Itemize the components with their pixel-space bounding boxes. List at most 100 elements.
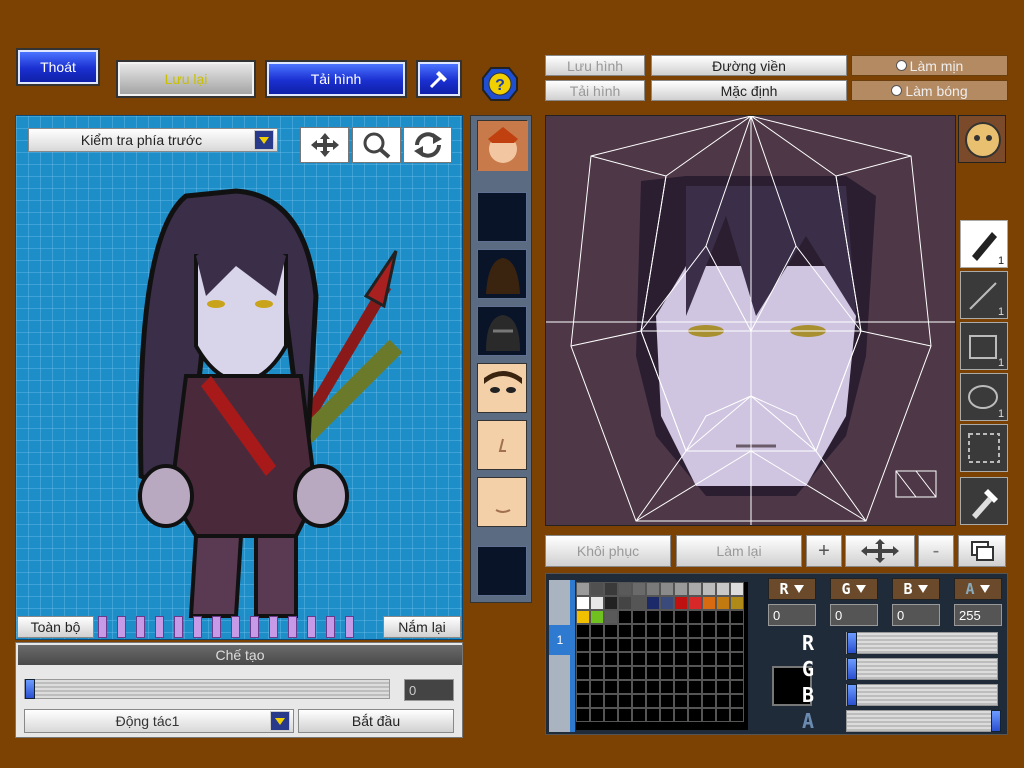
palette-color-cell[interactable]	[674, 708, 688, 722]
palette-color-cell[interactable]	[618, 582, 632, 596]
palette-color-cell[interactable]	[674, 624, 688, 638]
channel-header-a[interactable]: A	[954, 578, 1002, 600]
palette-color-cell[interactable]	[576, 582, 590, 596]
restore-button[interactable]: Khôi phục	[545, 535, 671, 567]
grab-button[interactable]: Nắm lại	[383, 616, 461, 638]
palette-color-cell[interactable]	[604, 610, 618, 624]
palette-color-cell[interactable]	[730, 666, 744, 680]
part-slot-mouth[interactable]	[477, 477, 527, 527]
palette-color-cell[interactable]	[632, 708, 646, 722]
palette-color-cell[interactable]	[702, 708, 716, 722]
slider-b[interactable]	[846, 684, 998, 706]
palette-color-cell[interactable]	[618, 624, 632, 638]
palette-color-cell[interactable]	[674, 638, 688, 652]
palette-color-cell[interactable]	[716, 708, 730, 722]
palette-color-cell[interactable]	[590, 652, 604, 666]
palette-color-cell[interactable]	[660, 708, 674, 722]
palette-color-cell[interactable]	[590, 680, 604, 694]
palette-color-cell[interactable]	[702, 652, 716, 666]
palette-color-cell[interactable]	[688, 666, 702, 680]
palette-color-cell[interactable]	[576, 666, 590, 680]
outline-tab[interactable]: Đường viền	[651, 55, 847, 76]
frame-marker[interactable]	[288, 616, 297, 638]
palette-color-cell[interactable]	[702, 638, 716, 652]
rect-tool[interactable]: 1	[960, 322, 1008, 370]
palette-color-cell[interactable]	[730, 596, 744, 610]
palette-color-cell[interactable]	[660, 596, 674, 610]
palette-color-cell[interactable]	[716, 652, 730, 666]
default-tab[interactable]: Mặc định	[651, 80, 847, 101]
palette-color-cell[interactable]	[576, 624, 590, 638]
palette-color-cell[interactable]	[590, 596, 604, 610]
palette-color-cell[interactable]	[688, 708, 702, 722]
palette-color-cell[interactable]	[674, 680, 688, 694]
slider-knob[interactable]	[847, 632, 857, 654]
palette-color-cell[interactable]	[576, 652, 590, 666]
channel-value-a[interactable]: 255	[954, 604, 1002, 626]
exit-button[interactable]: Thoát	[16, 48, 100, 86]
part-slot-nose[interactable]	[477, 420, 527, 470]
palette-color-cell[interactable]	[730, 708, 744, 722]
palette-color-cell[interactable]	[730, 680, 744, 694]
channel-header-g[interactable]: G	[830, 578, 878, 600]
palette-color-cell[interactable]	[618, 652, 632, 666]
part-slot-empty[interactable]	[477, 546, 527, 596]
palette-color-cell[interactable]	[688, 652, 702, 666]
palette-color-cell[interactable]	[730, 610, 744, 624]
palette-color-cell[interactable]	[604, 582, 618, 596]
palette-color-cell[interactable]	[702, 582, 716, 596]
palette-color-cell[interactable]	[632, 596, 646, 610]
palette-color-cell[interactable]	[632, 694, 646, 708]
palette-color-cell[interactable]	[688, 680, 702, 694]
part-slot-portrait[interactable]	[477, 120, 528, 171]
zoom-button[interactable]	[352, 127, 401, 163]
pen-tool[interactable]: 1	[960, 220, 1008, 268]
palette-color-cell[interactable]	[716, 610, 730, 624]
shade-option[interactable]: Làm bóng	[851, 80, 1008, 101]
channel-value-g[interactable]: 0	[830, 604, 878, 626]
palette-color-cell[interactable]	[618, 694, 632, 708]
palette-color-cell[interactable]	[576, 596, 590, 610]
palette-color-cell[interactable]	[688, 624, 702, 638]
face-texture-canvas[interactable]	[545, 115, 956, 526]
palette-color-cell[interactable]	[674, 666, 688, 680]
palette-color-cell[interactable]	[702, 624, 716, 638]
load-button[interactable]: Tải hình	[265, 60, 407, 98]
palette-color-cell[interactable]	[730, 652, 744, 666]
zoom-in-button[interactable]: +	[806, 535, 842, 567]
palette-color-cell[interactable]	[660, 610, 674, 624]
smooth-option[interactable]: Làm mịn	[851, 55, 1008, 76]
palette-color-cell[interactable]	[590, 666, 604, 680]
palette-color-cell[interactable]	[590, 708, 604, 722]
palette-color-cell[interactable]	[716, 624, 730, 638]
palette-color-cell[interactable]	[646, 638, 660, 652]
palette-color-cell[interactable]	[674, 694, 688, 708]
palette-color-cell[interactable]	[674, 652, 688, 666]
palette-color-cell[interactable]	[716, 638, 730, 652]
palette-color-cell[interactable]	[618, 708, 632, 722]
palette-color-cell[interactable]	[660, 624, 674, 638]
slider-knob[interactable]	[991, 710, 1001, 732]
palette-tab-1[interactable]: 1	[549, 625, 571, 655]
save-button[interactable]: Lưu lại	[116, 60, 256, 98]
frame-marker[interactable]	[231, 616, 240, 638]
palette-color-cell[interactable]	[576, 708, 590, 722]
palette-color-cell[interactable]	[660, 694, 674, 708]
palette-color-cell[interactable]	[590, 624, 604, 638]
palette-color-cell[interactable]	[660, 582, 674, 596]
palette-color-cell[interactable]	[688, 610, 702, 624]
move-button[interactable]	[300, 127, 349, 163]
palette-color-cell[interactable]	[660, 666, 674, 680]
chevron-down-icon[interactable]	[270, 711, 290, 731]
palette-color-cell[interactable]	[688, 596, 702, 610]
chevron-down-icon[interactable]	[254, 130, 274, 150]
palette-color-cell[interactable]	[702, 666, 716, 680]
palette-color-cell[interactable]	[618, 680, 632, 694]
palette-color-cell[interactable]	[674, 596, 688, 610]
move-canvas-button[interactable]	[845, 535, 915, 567]
part-slot-hair[interactable]	[477, 249, 527, 299]
palette-color-cell[interactable]	[646, 680, 660, 694]
eyedropper-tool[interactable]	[960, 477, 1008, 525]
part-slot-helmet[interactable]	[477, 306, 527, 356]
palette-color-cell[interactable]	[688, 582, 702, 596]
